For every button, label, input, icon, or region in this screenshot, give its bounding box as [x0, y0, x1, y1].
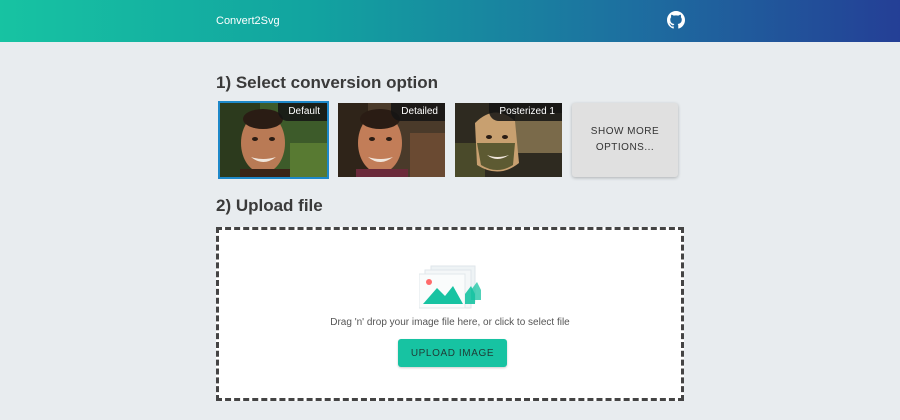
- dropzone-instructions: Drag 'n' drop your image file here, or c…: [330, 317, 570, 328]
- option-label: Default: [278, 103, 327, 121]
- github-icon[interactable]: [667, 11, 685, 29]
- file-dropzone[interactable]: Drag 'n' drop your image file here, or c…: [216, 227, 684, 401]
- option-default[interactable]: Default: [218, 101, 329, 179]
- image-upload-icon: [419, 265, 481, 309]
- app-title[interactable]: Convert2Svg: [216, 15, 280, 27]
- option-label: Posterized 1: [489, 103, 562, 121]
- section-title-select-option: 1) Select conversion option: [216, 73, 438, 92]
- option-label: Detailed: [391, 103, 445, 121]
- section-title-upload-file: 2) Upload file: [216, 196, 323, 215]
- option-detailed[interactable]: Detailed: [338, 103, 445, 177]
- option-posterized-1[interactable]: Posterized 1: [455, 103, 562, 177]
- show-more-options-button[interactable]: SHOW MORE OPTIONS...: [572, 103, 678, 177]
- upload-image-button[interactable]: UPLOAD IMAGE: [398, 339, 507, 367]
- top-bar: Convert2Svg: [0, 0, 900, 42]
